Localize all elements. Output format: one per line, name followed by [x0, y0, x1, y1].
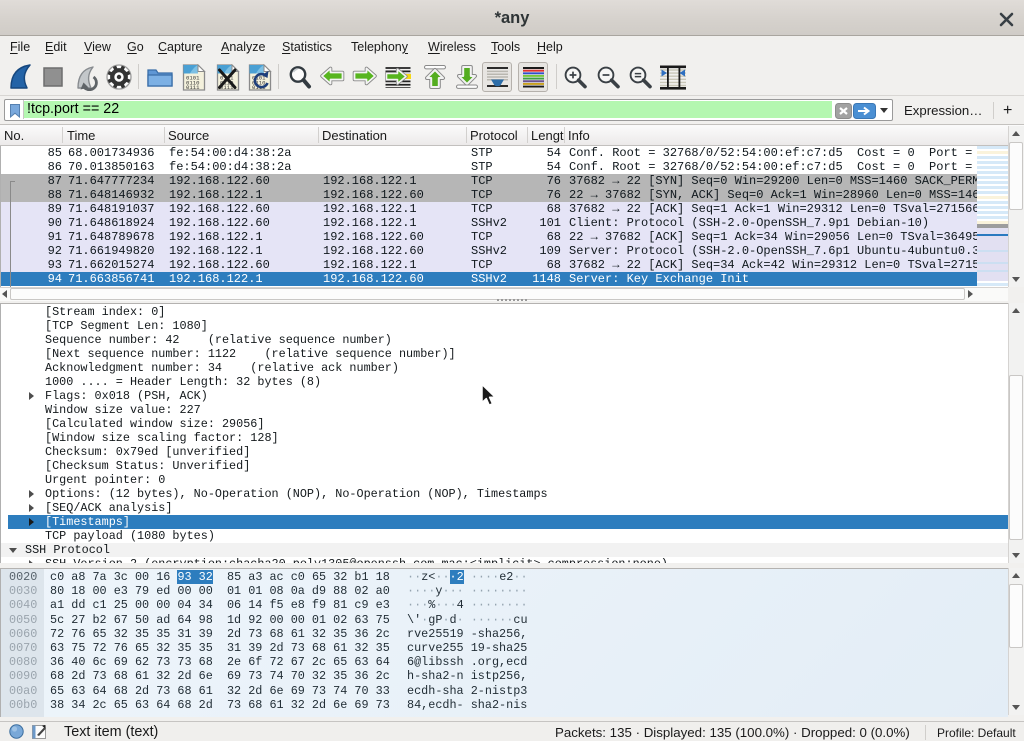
svg-text:0111: 0111 — [186, 84, 200, 91]
